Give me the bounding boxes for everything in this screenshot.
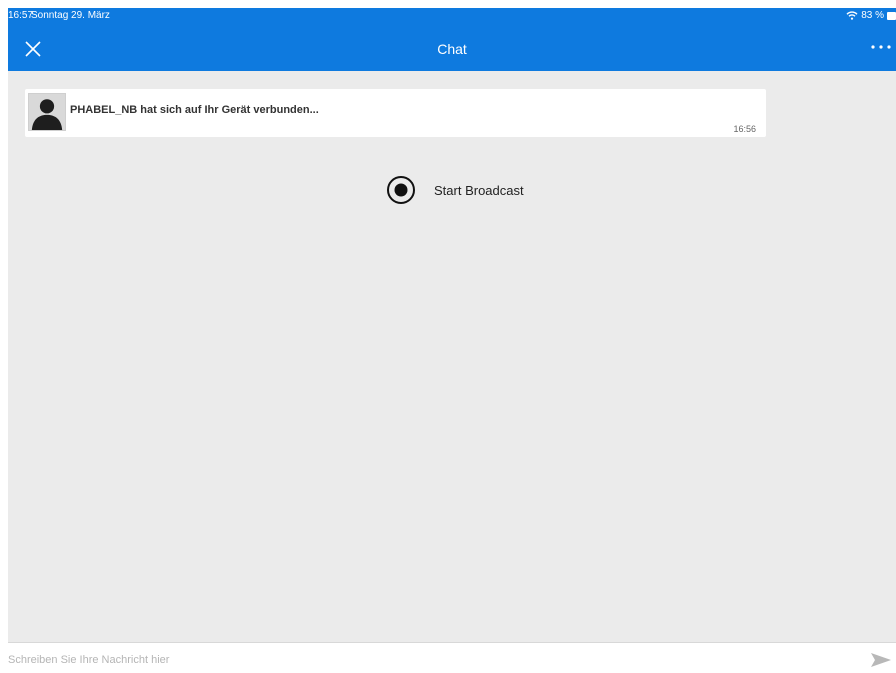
chat-app: 16:57 Sonntag 29. März 83 % Chat PHABEL_… (8, 8, 896, 673)
avatar-silhouette-icon (31, 99, 63, 130)
message-text: PHABEL_NB hat sich auf Ihr Gerät verbund… (70, 104, 319, 116)
start-broadcast-button[interactable]: Start Broadcast (386, 175, 524, 205)
message-time: 16:56 (733, 124, 756, 134)
page-title: Chat (437, 41, 467, 57)
message-input[interactable] (8, 651, 848, 669)
wifi-icon (846, 11, 858, 20)
more-icon[interactable] (870, 44, 892, 50)
status-indicators: 83 % (846, 10, 896, 21)
record-icon (387, 176, 415, 204)
status-date: Sonntag 29. März (31, 10, 110, 21)
message-composer (8, 642, 896, 673)
message-item: PHABEL_NB hat sich auf Ihr Gerät verbund… (25, 89, 766, 137)
send-icon[interactable] (870, 652, 892, 668)
status-time: 16:57 (8, 10, 34, 21)
battery-percent: 83 % (861, 10, 884, 21)
start-broadcast-label: Start Broadcast (434, 182, 524, 198)
avatar (28, 93, 66, 131)
header-bar: 16:57 Sonntag 29. März 83 % Chat (8, 8, 896, 71)
battery-icon (887, 11, 896, 20)
